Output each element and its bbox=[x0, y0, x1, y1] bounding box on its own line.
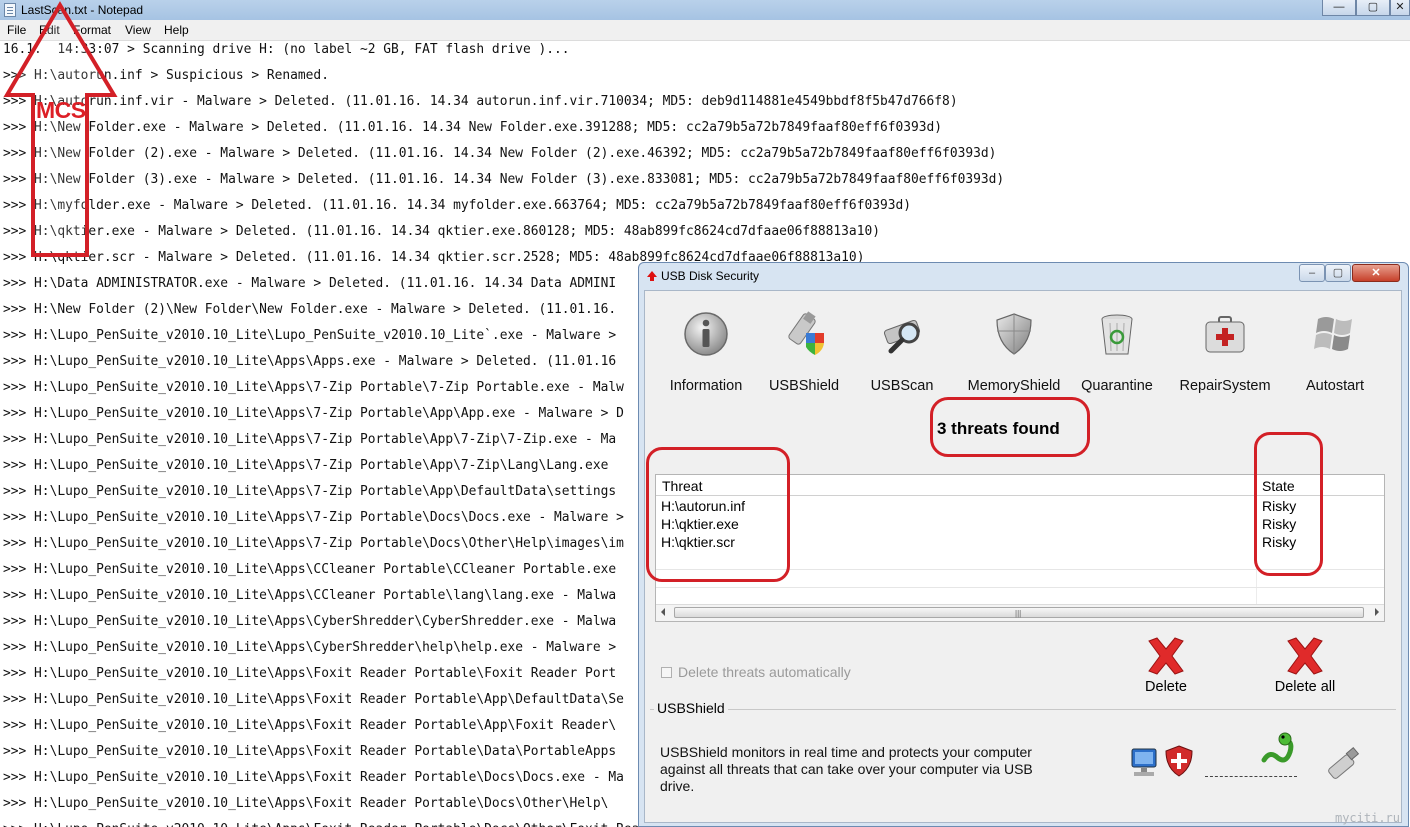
maximize-button[interactable]: ▢ bbox=[1356, 0, 1390, 16]
annotation-highlight-state-column bbox=[1254, 432, 1323, 576]
notepad-log-line: >>> H:\Lupo_PenSuite_v2010.10_Lite\Apps\… bbox=[3, 354, 617, 369]
annotation-arrow bbox=[3, 1, 118, 257]
usbshield-description: USBShield monitors in real time and prot… bbox=[660, 744, 1033, 794]
toolbar-quarantine-label: Quarantine bbox=[1081, 378, 1153, 394]
usb-titlebar[interactable]: USB Disk Security – ▢ ✕ bbox=[639, 263, 1408, 289]
notepad-log-line: >>> H:\Lupo_PenSuite_v2010.10_Lite\Apps\… bbox=[3, 614, 617, 629]
horizontal-scrollbar[interactable]: ||| bbox=[656, 604, 1384, 621]
row-gridline bbox=[656, 587, 1384, 588]
toolbar-information-label: Information bbox=[669, 378, 743, 394]
annotation-highlight-threat-column bbox=[646, 447, 790, 582]
toolbar-memoryshield-label: MemoryShield bbox=[967, 378, 1061, 394]
watermark-text: myciti.ru bbox=[1334, 811, 1400, 825]
notepad-log-line: >>> H:\Lupo_PenSuite_v2010.10_Lite\Apps\… bbox=[3, 432, 617, 447]
usb-app-icon bbox=[647, 271, 657, 281]
scrollbar-grip: ||| bbox=[1015, 609, 1022, 618]
delete-button-label: Delete bbox=[1145, 679, 1187, 695]
toolbar-usbshield-label: USBShield bbox=[768, 378, 840, 394]
menu-help[interactable]: Help bbox=[164, 23, 189, 37]
notepad-log-line: >>> H:\Lupo_PenSuite_v2010.10_Lite\Apps\… bbox=[3, 458, 609, 473]
notepad-log-line: >>> H:\Lupo_PenSuite_v2010.10_Lite\Apps\… bbox=[3, 666, 617, 681]
computer-icon bbox=[1131, 748, 1157, 776]
notepad-log-line: >>> H:\Lupo_PenSuite_v2010.10_Lite\Apps\… bbox=[3, 796, 609, 811]
usb-drive-icon bbox=[1328, 747, 1360, 779]
notepad-menubar: File Edit Format View Help bbox=[0, 20, 1410, 41]
delete-all-button-label: Delete all bbox=[1274, 679, 1336, 695]
notepad-log-line: >>> H:\Lupo_PenSuite_v2010.10_Lite\Apps\… bbox=[3, 640, 617, 655]
notepad-log-line: >>> H:\Lupo_PenSuite_v2010.10_Lite\Apps\… bbox=[3, 692, 624, 707]
scrollbar-thumb[interactable]: ||| bbox=[674, 607, 1364, 618]
minimize-button[interactable]: — bbox=[1322, 0, 1356, 16]
notepad-log-line: >>> H:\New Folder (2).exe - Malware > De… bbox=[3, 146, 997, 161]
notepad-log-line: >>> H:\Lupo_PenSuite_v2010.10_Lite\Lupo_… bbox=[3, 328, 617, 343]
notepad-log-line: >>> H:\Lupo_PenSuite_v2010.10_Lite\Apps\… bbox=[3, 588, 617, 603]
memory-shield-icon bbox=[996, 313, 1032, 355]
scroll-right-arrow-icon[interactable] bbox=[1375, 608, 1379, 616]
notepad-log-line: >>> H:\Lupo_PenSuite_v2010.10_Lite\Apps\… bbox=[3, 406, 624, 421]
notepad-log-line: >>> H:\autorun.inf.vir - Malware > Delet… bbox=[3, 94, 958, 109]
usb-scan-icon bbox=[883, 319, 921, 354]
delete-button[interactable]: Delete bbox=[1126, 637, 1206, 699]
usb-maximize-button[interactable]: ▢ bbox=[1325, 264, 1351, 282]
red-shield-icon bbox=[1165, 745, 1193, 777]
connection-dashed-line bbox=[1205, 776, 1297, 777]
auto-delete-checkbox[interactable] bbox=[661, 667, 672, 678]
worm-virus-icon bbox=[1261, 732, 1294, 763]
usbshield-groupbox: USBShield USBShield monitors in real tim… bbox=[650, 700, 1396, 818]
notepad-titlebar[interactable]: LastScan.txt - Notepad — ▢ ✕ bbox=[0, 0, 1410, 20]
notepad-log-line: >>> H:\Data ADMINISTRATOR.exe - Malware … bbox=[3, 276, 617, 291]
red-x-icon bbox=[1287, 637, 1323, 675]
usb-minimize-button[interactable]: – bbox=[1299, 264, 1325, 282]
notepad-log-line: >>> H:\Lupo_PenSuite_v2010.10_Lite\Apps\… bbox=[3, 770, 624, 785]
info-icon bbox=[684, 312, 728, 356]
toolbar-quarantine[interactable]: Quarantine bbox=[1067, 309, 1167, 394]
toolbar-usbscan-label: USBScan bbox=[870, 378, 934, 394]
trash-bin-icon bbox=[1101, 314, 1133, 355]
toolbar-autostart[interactable]: Autostart bbox=[1285, 309, 1385, 394]
notepad-log-line: >>> H:\Lupo_PenSuite_v2010.10_Lite\Apps\… bbox=[3, 744, 617, 759]
notepad-log-line: >>> H:\Lupo_PenSuite_v2010.10_Lite\Apps\… bbox=[3, 380, 624, 395]
toolbar-information[interactable]: Information bbox=[656, 309, 756, 394]
notepad-log-line: >>> H:\Lupo_PenSuite_v2010.10_Lite\Apps\… bbox=[3, 718, 617, 733]
delete-all-button[interactable]: Delete all bbox=[1265, 637, 1345, 699]
toolbar-autostart-label: Autostart bbox=[1305, 378, 1365, 394]
notepad-log-line: >>> H:\New Folder (3).exe - Malware > De… bbox=[3, 172, 1005, 187]
notepad-log-line: >>> H:\Lupo_PenSuite_v2010.10_Lite\Apps\… bbox=[3, 510, 624, 525]
notepad-log-line: >>> H:\Lupo_PenSuite_v2010.10_Lite\Apps\… bbox=[3, 536, 624, 551]
close-button[interactable]: ✕ bbox=[1390, 0, 1410, 16]
scroll-left-arrow-icon[interactable] bbox=[661, 608, 665, 616]
usb-shield-icon bbox=[788, 311, 824, 355]
toolbar-usbscan[interactable]: USBScan bbox=[852, 309, 952, 394]
windows-flag-icon bbox=[1314, 317, 1352, 351]
auto-delete-label: Delete threats automatically bbox=[678, 664, 851, 680]
toolbar-repairsystem[interactable]: RepairSystem bbox=[1175, 309, 1275, 394]
notepad-log-line: >>> H:\Lupo_PenSuite_v2010.10_Lite\Apps\… bbox=[3, 484, 617, 499]
notepad-log-line: >>> H:\Lupo_PenSuite_v2010.10_Lite\Apps\… bbox=[3, 562, 617, 577]
toolbar-memoryshield[interactable]: MemoryShield bbox=[964, 309, 1064, 394]
usb-window-title: USB Disk Security bbox=[661, 269, 760, 283]
usbshield-group-title: USBShield bbox=[654, 700, 728, 716]
annotation-highlight-threats-found bbox=[930, 397, 1090, 457]
annotation-arrow-label: MCS bbox=[36, 97, 86, 123]
red-x-icon bbox=[1148, 637, 1184, 675]
toolbar-usbshield[interactable]: USBShield bbox=[754, 309, 854, 394]
notepad-log-line: >>> H:\New Folder (2)\New Folder\New Fol… bbox=[3, 302, 617, 317]
usb-close-button[interactable]: ✕ bbox=[1352, 264, 1400, 282]
notepad-log-line: >>> H:\New Folder.exe - Malware > Delete… bbox=[3, 120, 943, 135]
toolbar-repairsystem-label: RepairSystem bbox=[1179, 378, 1271, 394]
first-aid-kit-icon bbox=[1205, 316, 1245, 353]
